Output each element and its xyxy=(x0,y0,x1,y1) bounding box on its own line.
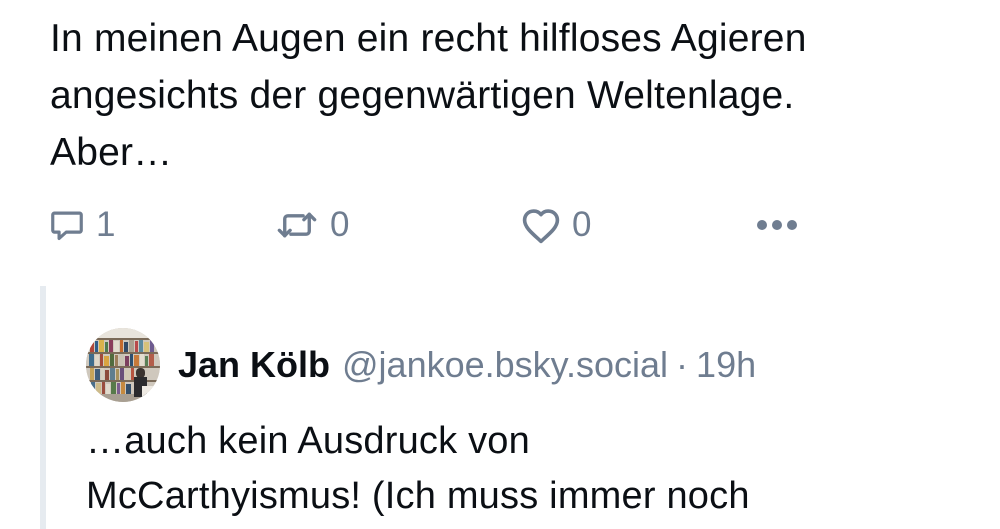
speech-bubble-icon xyxy=(48,206,86,244)
like-button[interactable]: 0 xyxy=(520,197,591,253)
thread-connector-line xyxy=(40,286,46,529)
reply-button[interactable]: 1 xyxy=(48,197,115,253)
reply-post-text: …auch kein Ausdruck von McCarthyismus! (… xyxy=(86,414,986,524)
author-handle[interactable]: @jankoe.bsky.social xyxy=(342,344,668,386)
ellipsis-icon xyxy=(752,215,802,235)
post-text-line: Aber… xyxy=(50,131,173,174)
more-options-button[interactable] xyxy=(752,197,802,253)
reply-text-line: …auch kein Ausdruck von xyxy=(86,420,530,462)
post-text-line: angesichts der gegenwärtigen Weltenlage. xyxy=(50,74,795,117)
post-text-line: In meinen Augen ein recht hilfloses Agie… xyxy=(50,17,807,60)
reply-text-line: McCarthyismus! (Ich muss immer noch xyxy=(86,475,750,517)
post-text: In meinen Augen ein recht hilfloses Agie… xyxy=(50,10,970,181)
repost-count: 0 xyxy=(330,205,350,244)
reply-count: 1 xyxy=(96,205,116,244)
post-action-bar: 1 0 0 xyxy=(0,197,1000,253)
repost-arrows-icon xyxy=(274,206,320,244)
meta-separator: · xyxy=(676,344,689,385)
author-name[interactable]: Jan Kölb xyxy=(178,344,330,386)
avatar[interactable] xyxy=(86,328,160,402)
like-count: 0 xyxy=(572,205,592,244)
reply-author-line: Jan Kölb @jankoe.bsky.social · 19h xyxy=(178,340,756,390)
post-timestamp[interactable]: 19h xyxy=(696,344,756,386)
heart-icon xyxy=(520,206,562,244)
repost-button[interactable]: 0 xyxy=(274,197,349,253)
bookshelf-photo-icon xyxy=(86,328,160,402)
